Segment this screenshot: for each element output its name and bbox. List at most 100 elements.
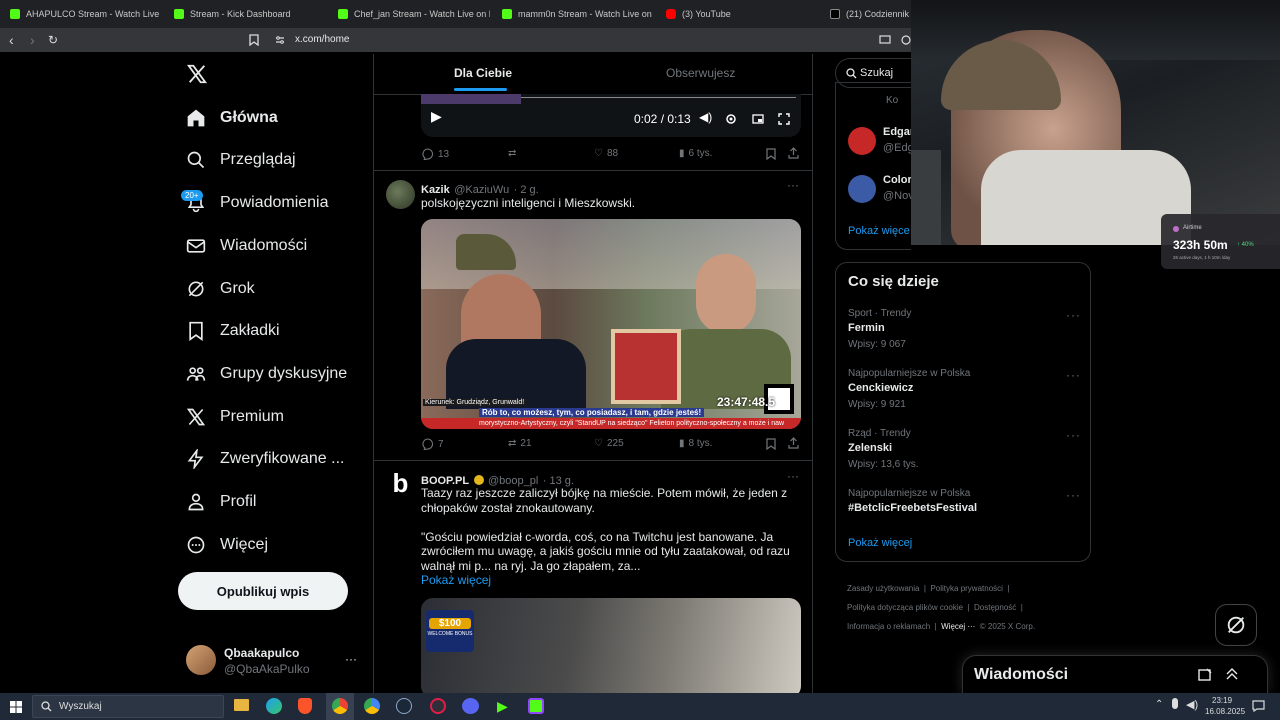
- volume-icon[interactable]: ◀): [1186, 698, 1198, 711]
- trend-menu-icon[interactable]: ···: [1066, 308, 1081, 322]
- bookmark-page-icon[interactable]: [249, 34, 259, 46]
- url-field[interactable]: x.com/home: [295, 34, 349, 45]
- show-more-link[interactable]: Pokaż więcej: [421, 573, 491, 588]
- views-button[interactable]: ▮ 6 tys.: [679, 148, 712, 159]
- like-button[interactable]: ♡ 225: [594, 438, 624, 449]
- discord-icon[interactable]: [462, 698, 479, 714]
- post-menu-icon[interactable]: ···: [787, 469, 799, 483]
- browser-tab-active[interactable]: (21) Codziennik z: [822, 4, 912, 24]
- cast-icon[interactable]: [879, 35, 891, 45]
- microphone-icon[interactable]: [1172, 698, 1178, 709]
- tab-following[interactable]: Obserwujesz: [666, 66, 735, 80]
- browser-tab[interactable]: (3) YouTube: [658, 4, 818, 24]
- post-image[interactable]: 23:47:48.5 Kierunek: Grudziądz, Grunwald…: [421, 219, 801, 429]
- forward-icon[interactable]: ›: [30, 32, 35, 48]
- clock-date[interactable]: 16.08.2025: [1205, 707, 1245, 716]
- avatar[interactable]: [848, 175, 876, 203]
- browser-tab[interactable]: mamm0n Stream - Watch Live on Kick: [494, 4, 654, 24]
- site-settings-icon[interactable]: [275, 35, 285, 45]
- trend-item[interactable]: Rząd · Trendy Zelenski Wpisy: 13,6 tys.: [848, 428, 919, 470]
- streaming-app-icon[interactable]: [528, 698, 544, 714]
- edge-icon[interactable]: [266, 698, 282, 714]
- back-icon[interactable]: ‹: [9, 32, 14, 48]
- volume-icon[interactable]: ◀): [699, 110, 712, 124]
- footer-link[interactable]: Polityka dotycząca plików cookie: [847, 603, 963, 612]
- avatar[interactable]: b: [386, 470, 415, 499]
- nav-home[interactable]: Główna: [186, 104, 278, 132]
- messages-drawer[interactable]: Wiadomości: [962, 655, 1268, 693]
- nav-grok[interactable]: Grok: [186, 275, 255, 303]
- nav-communities[interactable]: Grupy dyskusyjne: [186, 360, 347, 388]
- publish-button[interactable]: Opublikuj wpis: [178, 572, 348, 610]
- trend-item[interactable]: Najpopularniejsze w Polska #BetclicFreeb…: [848, 488, 977, 514]
- follow-suggestion-name[interactable]: Edgar: [883, 126, 914, 138]
- follow-suggestion-name[interactable]: Color: [883, 174, 912, 186]
- notification-center-icon[interactable]: [1252, 700, 1265, 712]
- trend-item[interactable]: Sport · Trendy Fermin Wpisy: 9 067: [848, 308, 911, 350]
- views-button[interactable]: ▮ 8 tys.: [679, 438, 712, 449]
- tab-for-you[interactable]: Dla Ciebie: [454, 66, 512, 80]
- post-author[interactable]: Kazik: [421, 184, 450, 196]
- show-more-link[interactable]: Pokaż więcej: [848, 537, 912, 549]
- bookmark-icon[interactable]: [766, 148, 776, 160]
- nav-more[interactable]: Więcej: [186, 531, 268, 559]
- obs-icon[interactable]: [430, 698, 446, 714]
- footer-link[interactable]: Informacja o reklamach: [847, 622, 930, 631]
- follow-suggestion-name[interactable]: Ko: [886, 95, 898, 106]
- pip-icon[interactable]: [752, 113, 764, 125]
- post-image[interactable]: $100 WELCOME BONUS: [421, 598, 801, 694]
- x-logo-icon[interactable]: [186, 63, 208, 85]
- kick-icon[interactable]: ▶: [497, 698, 508, 714]
- trend-item[interactable]: Najpopularniejsze w Polska Cenckiewicz W…: [848, 368, 970, 410]
- reply-button[interactable]: 7: [422, 438, 444, 450]
- nav-bookmarks[interactable]: Zakładki: [186, 317, 280, 345]
- nav-profile[interactable]: Profil: [186, 488, 256, 516]
- share-icon[interactable]: [788, 147, 799, 159]
- repost-button[interactable]: ⇄: [508, 148, 516, 159]
- reply-button[interactable]: 13: [422, 148, 449, 160]
- repost-button[interactable]: ⇄ 21: [508, 438, 532, 449]
- post-handle[interactable]: @KaziuWu: [454, 184, 509, 196]
- nav-verified-orgs[interactable]: Zweryfikowane ...: [186, 445, 344, 473]
- trend-menu-icon[interactable]: ···: [1066, 428, 1081, 442]
- tray-chevron-icon[interactable]: ⌃: [1155, 699, 1163, 710]
- grok-floating-button[interactable]: [1215, 604, 1257, 646]
- windows-start-icon[interactable]: [10, 701, 22, 713]
- show-more-link[interactable]: Pokaż więce: [848, 225, 910, 237]
- trend-menu-icon[interactable]: ···: [1066, 368, 1081, 382]
- play-icon[interactable]: ▶: [431, 108, 442, 125]
- avatar[interactable]: [848, 127, 876, 155]
- steam-icon[interactable]: [396, 698, 412, 714]
- footer-link[interactable]: Zasady użytkowania: [847, 584, 919, 593]
- new-message-icon[interactable]: [1198, 668, 1213, 682]
- like-button[interactable]: ♡ 88: [594, 148, 618, 159]
- bookmark-icon[interactable]: [766, 438, 776, 450]
- expand-up-icon[interactable]: [1225, 667, 1239, 681]
- file-explorer-icon[interactable]: [234, 699, 249, 711]
- brave-icon[interactable]: [298, 698, 312, 714]
- avatar[interactable]: [386, 180, 415, 209]
- taskbar-active-app[interactable]: [326, 693, 354, 720]
- fullscreen-icon[interactable]: [778, 113, 790, 125]
- clock-time[interactable]: 23:19: [1212, 696, 1232, 705]
- browser-tab[interactable]: Chef_jan Stream - Watch Live on Kick: [330, 4, 490, 24]
- browser-tab[interactable]: AHAPULCO Stream - Watch Live on Kick: [2, 4, 162, 24]
- browser-tab[interactable]: Stream - Kick Dashboard: [166, 4, 326, 24]
- gear-icon[interactable]: [725, 113, 737, 125]
- trend-menu-icon[interactable]: ···: [1066, 488, 1081, 502]
- nav-premium[interactable]: Premium: [186, 403, 284, 431]
- taskbar-search[interactable]: Wyszukaj: [32, 695, 224, 718]
- reload-icon[interactable]: ↻: [48, 32, 58, 48]
- video-player[interactable]: ▶ 0:02 / 0:13 ◀): [421, 94, 801, 137]
- nav-notifications[interactable]: Powiadomienia: [186, 189, 329, 217]
- account-menu-icon[interactable]: ···: [345, 652, 357, 666]
- footer-link[interactable]: Polityka prywatności: [930, 584, 1002, 593]
- share-icon[interactable]: [788, 437, 799, 449]
- footer-more[interactable]: Więcej ···: [941, 622, 975, 631]
- chrome-icon[interactable]: [364, 698, 380, 714]
- post-menu-icon[interactable]: ···: [787, 178, 799, 192]
- footer-link[interactable]: Dostępność: [974, 603, 1016, 612]
- avatar[interactable]: [186, 645, 216, 675]
- nav-explore[interactable]: Przeglądaj: [186, 146, 296, 174]
- video-progress[interactable]: [521, 97, 796, 98]
